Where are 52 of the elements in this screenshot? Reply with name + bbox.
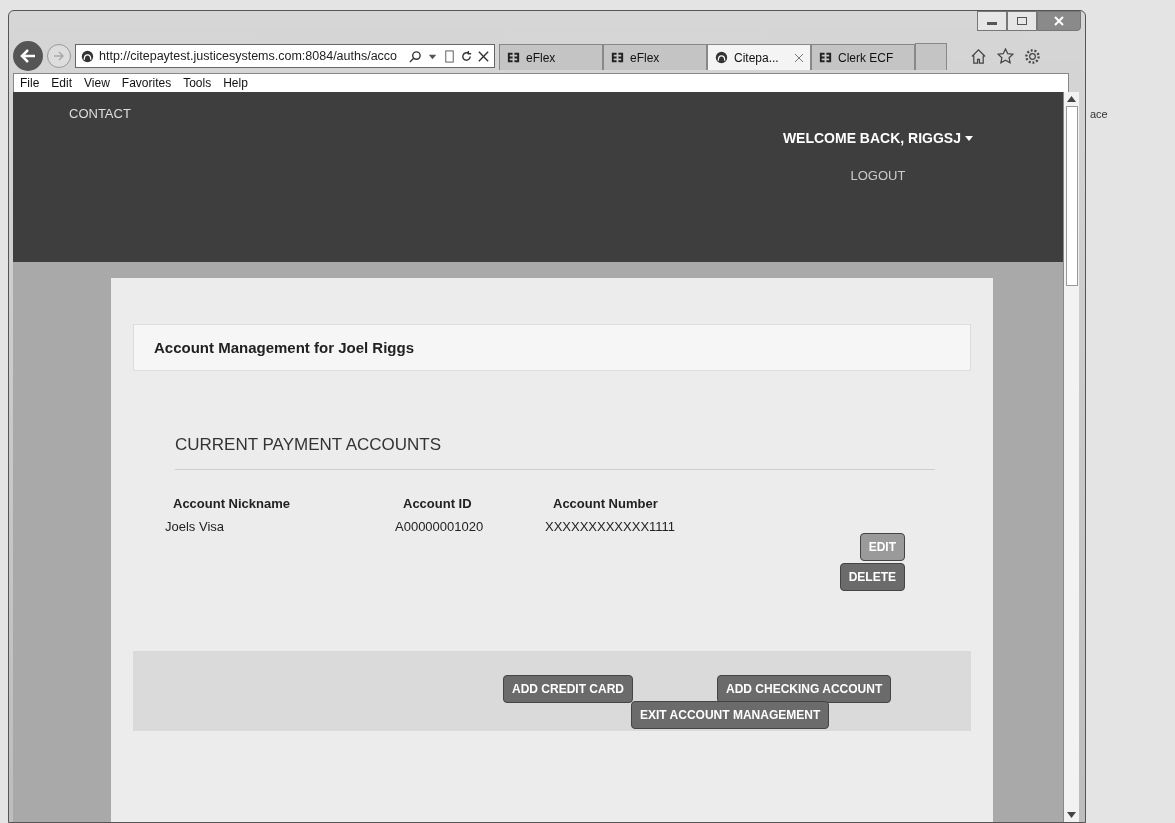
star-icon[interactable]	[997, 47, 1014, 65]
globe-icon	[714, 51, 729, 64]
action-button[interactable]: ADD CHECKING ACCOUNT	[717, 675, 892, 703]
settings-icon[interactable]	[1024, 47, 1041, 65]
home-icon[interactable]	[970, 47, 987, 65]
column-header: Account Nickname	[172, 496, 292, 511]
menu-item[interactable]: Edit	[45, 76, 79, 90]
user-menu[interactable]: WELCOME BACK, RIGGSJ	[782, 130, 973, 146]
menu-item[interactable]: Favorites	[115, 76, 178, 90]
close-button[interactable]	[1037, 11, 1081, 31]
caret-icon	[965, 135, 973, 141]
browser-tab[interactable]: eFlex	[603, 44, 707, 70]
contact-link[interactable]: CONTACT	[69, 106, 131, 121]
background-window-text: ace	[1090, 108, 1108, 120]
page-title: Account Management for Joel Riggs	[133, 324, 971, 371]
refresh-icon[interactable]	[460, 49, 473, 63]
close-tab-icon[interactable]	[794, 52, 804, 63]
eflex-logo-icon	[506, 51, 521, 64]
browser-tab[interactable]: Citepa...	[707, 44, 811, 70]
logout-link[interactable]: LOGOUT	[850, 168, 906, 183]
back-button[interactable]	[13, 41, 43, 71]
eflex-logo-icon	[818, 51, 833, 64]
scroll-thumb[interactable]	[1065, 106, 1078, 286]
scroll-up-icon[interactable]	[1067, 96, 1076, 102]
column-header: Account Number	[552, 496, 659, 511]
section-heading: CURRENT PAYMENT ACCOUNTS	[175, 435, 935, 470]
maximize-button[interactable]	[1007, 11, 1037, 31]
delete-button[interactable]: DELETE	[839, 563, 905, 591]
address-bar[interactable]: http://citepaytest.justicesystems.com:8084/auths/acco	[75, 44, 495, 68]
menu-item[interactable]: File	[14, 76, 46, 90]
column-header: Account ID	[402, 496, 473, 511]
close-icon	[1053, 16, 1065, 26]
minimize-button[interactable]	[977, 11, 1007, 31]
table-cell-text: XXXXXXXXXXXX1111	[545, 518, 677, 536]
table-cell-text: A00000001020	[395, 518, 485, 536]
search-icon	[409, 49, 422, 63]
maximize-icon	[1016, 16, 1028, 26]
eflex-logo-icon	[610, 51, 625, 64]
menu-item[interactable]: View	[78, 76, 116, 90]
stop-icon[interactable]	[477, 49, 490, 63]
browser-tab[interactable]: eFlex	[499, 44, 603, 70]
back-arrow-icon	[20, 49, 36, 63]
table-cell-text: Joels Visa	[165, 518, 225, 536]
globe-icon	[80, 49, 95, 63]
forward-arrow-icon	[53, 51, 65, 61]
menu-item[interactable]: Tools	[177, 76, 218, 90]
action-button[interactable]: ADD CREDIT CARD	[503, 675, 633, 703]
scroll-down-icon[interactable]	[1067, 812, 1076, 818]
action-button[interactable]: EXIT ACCOUNT MANAGEMENT	[631, 701, 830, 729]
menu-item[interactable]: Help	[217, 76, 254, 90]
scrollbar[interactable]	[1063, 92, 1079, 822]
browser-tab[interactable]: Clerk ECF	[811, 44, 915, 70]
